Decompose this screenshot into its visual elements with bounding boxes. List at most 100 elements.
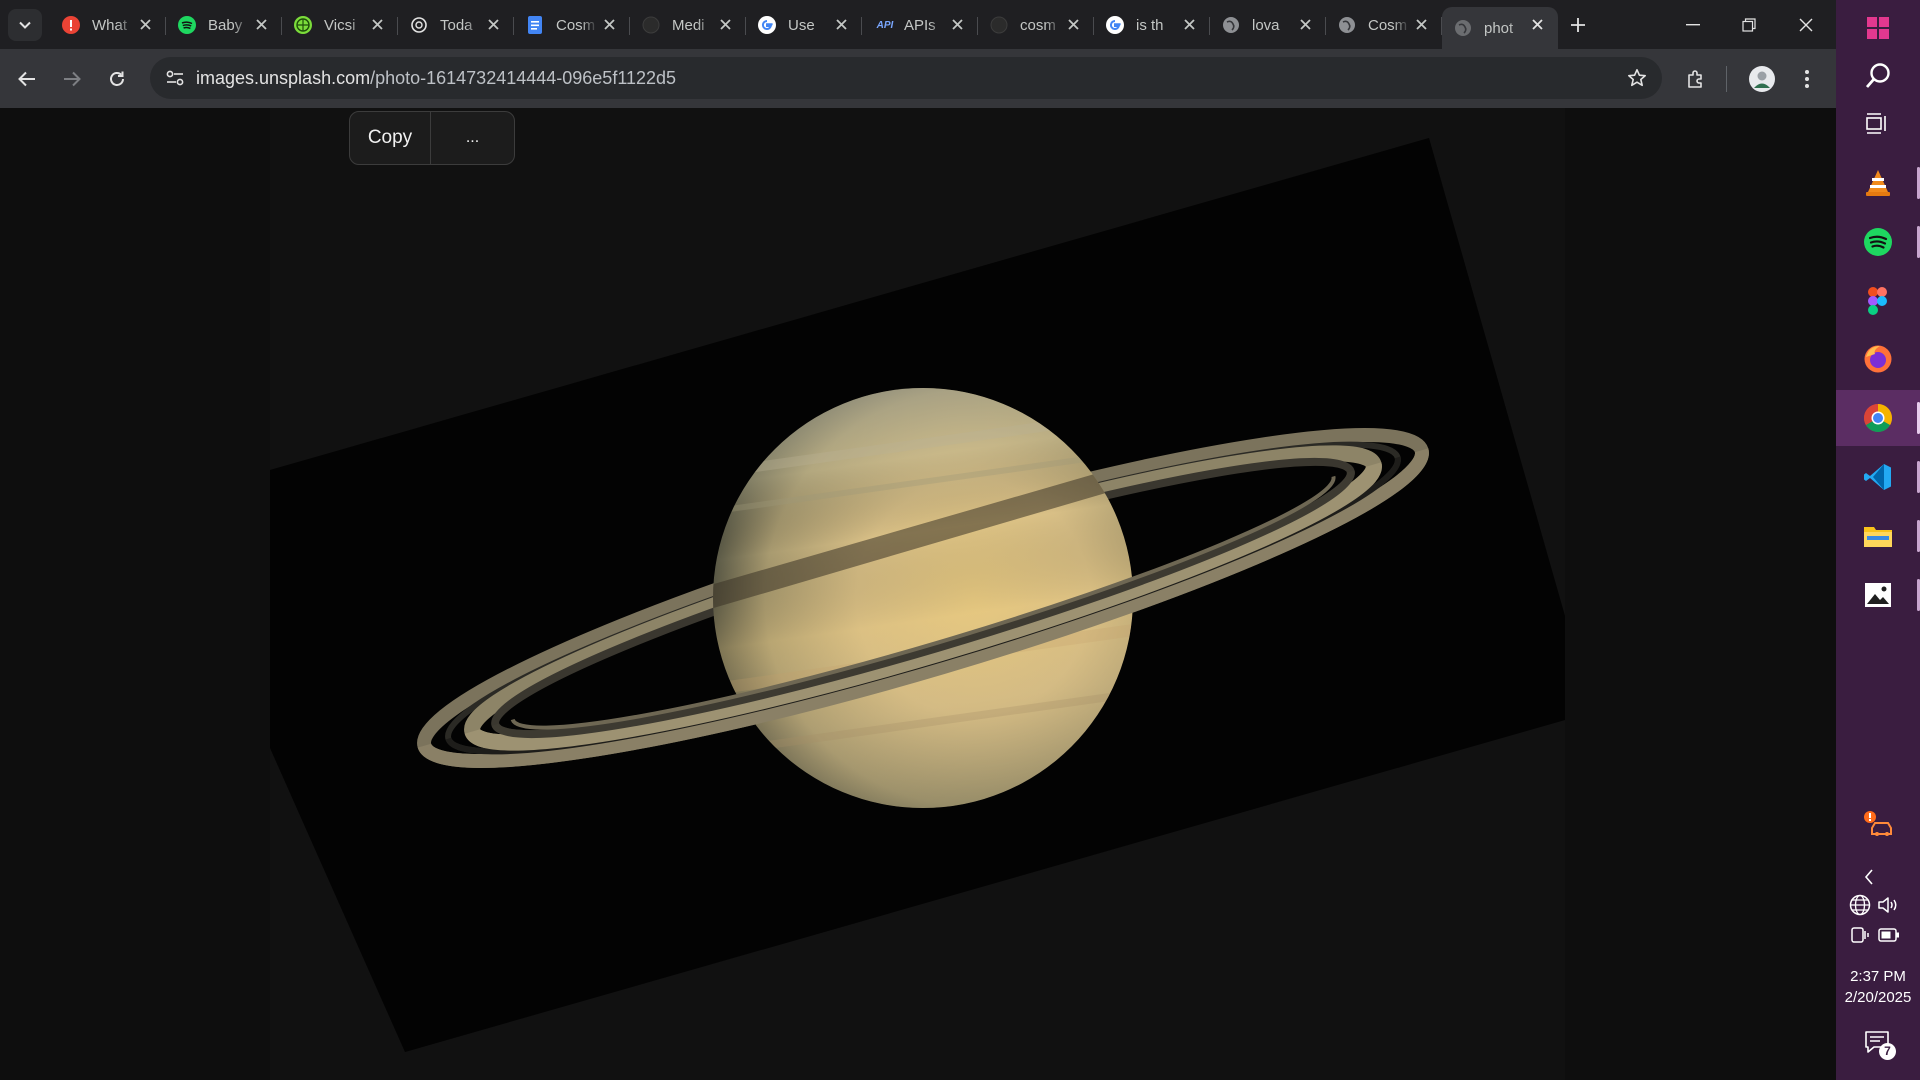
tab-title: cosm <box>1020 16 1056 34</box>
tab[interactable]: Medi <box>630 7 746 43</box>
notification-center-button[interactable]: 7 <box>1864 1030 1896 1060</box>
address-bar[interactable]: images.unsplash.com/photo-1614732414444-… <box>150 57 1662 99</box>
tab[interactable]: What <box>50 7 166 43</box>
tab[interactable]: Cosm <box>514 7 630 43</box>
warning-car-icon <box>1864 811 1892 836</box>
copy-button[interactable]: Copy <box>350 112 431 164</box>
tab[interactable]: Toda <box>398 7 514 43</box>
close-icon[interactable] <box>602 17 616 31</box>
restore-button[interactable] <box>1721 0 1777 49</box>
close-icon[interactable] <box>138 17 152 31</box>
tab[interactable]: Cosm <box>1326 7 1442 43</box>
arrow-right-icon <box>64 71 81 87</box>
vscode-app[interactable] <box>1836 449 1920 505</box>
search-icon <box>1865 63 1890 88</box>
close-icon[interactable] <box>950 17 964 31</box>
tab-title: APIs <box>904 16 936 34</box>
tab-title: Medi <box>672 16 705 34</box>
arrow-left-icon <box>18 71 35 87</box>
restore-icon <box>1742 17 1756 32</box>
close-icon[interactable] <box>834 17 848 31</box>
tab-title: phot <box>1484 19 1514 37</box>
close-icon[interactable] <box>486 17 500 31</box>
windows-start-icon <box>1867 17 1889 39</box>
tab[interactable]: API APIs <box>862 7 978 43</box>
figma-app[interactable] <box>1836 273 1920 329</box>
browser-toolbar: images.unsplash.com/photo-1614732414444-… <box>0 49 1836 108</box>
globe-icon <box>1222 16 1240 34</box>
chrome-app[interactable] <box>1836 390 1920 446</box>
reload-icon <box>110 71 124 86</box>
warning-app[interactable] <box>1836 796 1920 852</box>
close-icon[interactable] <box>254 17 268 31</box>
battery-button[interactable] <box>1876 922 1902 948</box>
more-options-button[interactable]: ... <box>431 112 514 164</box>
url-text[interactable]: images.unsplash.com/photo-1614732414444-… <box>196 68 676 89</box>
tab[interactable]: lova <box>1210 7 1326 43</box>
new-tab-button[interactable] <box>1564 11 1592 39</box>
tab[interactable]: is th <box>1094 7 1210 43</box>
toolbar-divider <box>1726 66 1727 92</box>
show-hidden-icons-button[interactable] <box>1856 864 1882 890</box>
tab[interactable]: Baby <box>166 7 282 43</box>
volume-button[interactable] <box>1876 892 1902 918</box>
spotify-app[interactable] <box>1836 214 1920 270</box>
tab-active[interactable]: phot <box>1442 7 1558 49</box>
google-docs-icon <box>526 16 544 34</box>
close-icon[interactable] <box>1066 17 1080 31</box>
close-icon[interactable] <box>1414 17 1428 31</box>
tab[interactable]: cosm <box>978 7 1094 43</box>
spotify-icon <box>1864 228 1892 256</box>
menu-button[interactable] <box>1790 62 1824 96</box>
extensions-button[interactable] <box>1679 62 1713 96</box>
url-path: /photo-1614732414444-096e5f1122d5 <box>370 68 677 88</box>
api-icon: API <box>876 19 894 31</box>
page-content: Copy ... <box>0 108 1836 1080</box>
alert-red-icon <box>62 16 80 34</box>
tab-title: Cosm <box>1368 16 1408 34</box>
tab-title: Baby <box>208 16 243 34</box>
file-explorer-icon <box>1864 527 1892 547</box>
forward-button[interactable] <box>55 62 89 96</box>
close-icon <box>1799 18 1813 31</box>
tab-title: Toda <box>440 16 473 34</box>
vlc-app[interactable] <box>1836 155 1920 211</box>
close-icon[interactable] <box>370 17 384 31</box>
system-clock[interactable]: 2:37 PM 2/20/2025 <box>1836 966 1920 1008</box>
globe-green-icon <box>294 16 312 34</box>
tab[interactable]: Vicsi <box>282 7 398 43</box>
firefox-app[interactable] <box>1836 331 1920 387</box>
photos-icon <box>1865 583 1891 607</box>
tab[interactable]: Use <box>746 7 862 43</box>
avatar <box>1749 66 1775 92</box>
back-button[interactable] <box>10 62 44 96</box>
chevron-down-icon <box>19 21 31 29</box>
network-button[interactable] <box>1847 892 1873 918</box>
minimize-button[interactable] <box>1665 0 1721 49</box>
close-icon[interactable] <box>1530 17 1544 31</box>
speaker-icon <box>1878 897 1897 913</box>
close-icon[interactable] <box>718 17 732 31</box>
file-explorer-app[interactable] <box>1836 508 1920 564</box>
figma-icon <box>1868 287 1887 315</box>
device-button[interactable] <box>1847 922 1873 948</box>
photos-app[interactable] <box>1836 567 1920 623</box>
close-icon[interactable] <box>1298 17 1312 31</box>
bookmark-star-icon[interactable] <box>1626 67 1648 89</box>
tab-title: is th <box>1136 16 1164 34</box>
browser-window: What Baby Vicsi Toda Cosm Medi Use API A… <box>0 0 1836 1080</box>
taskbar: 2:37 PM 2/20/2025 7 <box>1836 0 1920 1080</box>
profile-button[interactable] <box>1745 62 1779 96</box>
close-window-button[interactable] <box>1778 0 1834 49</box>
globe-icon <box>1338 16 1356 34</box>
minimize-icon <box>1686 23 1700 25</box>
reload-button[interactable] <box>100 62 134 96</box>
firefox-icon <box>1864 345 1892 373</box>
globe-icon <box>1454 19 1472 37</box>
tab-search-button[interactable] <box>8 9 42 41</box>
close-icon[interactable] <box>1182 17 1196 31</box>
plus-icon <box>1571 18 1585 32</box>
task-view-button[interactable] <box>1836 96 1920 152</box>
google-icon <box>758 16 776 34</box>
site-info-icon[interactable] <box>160 63 190 93</box>
